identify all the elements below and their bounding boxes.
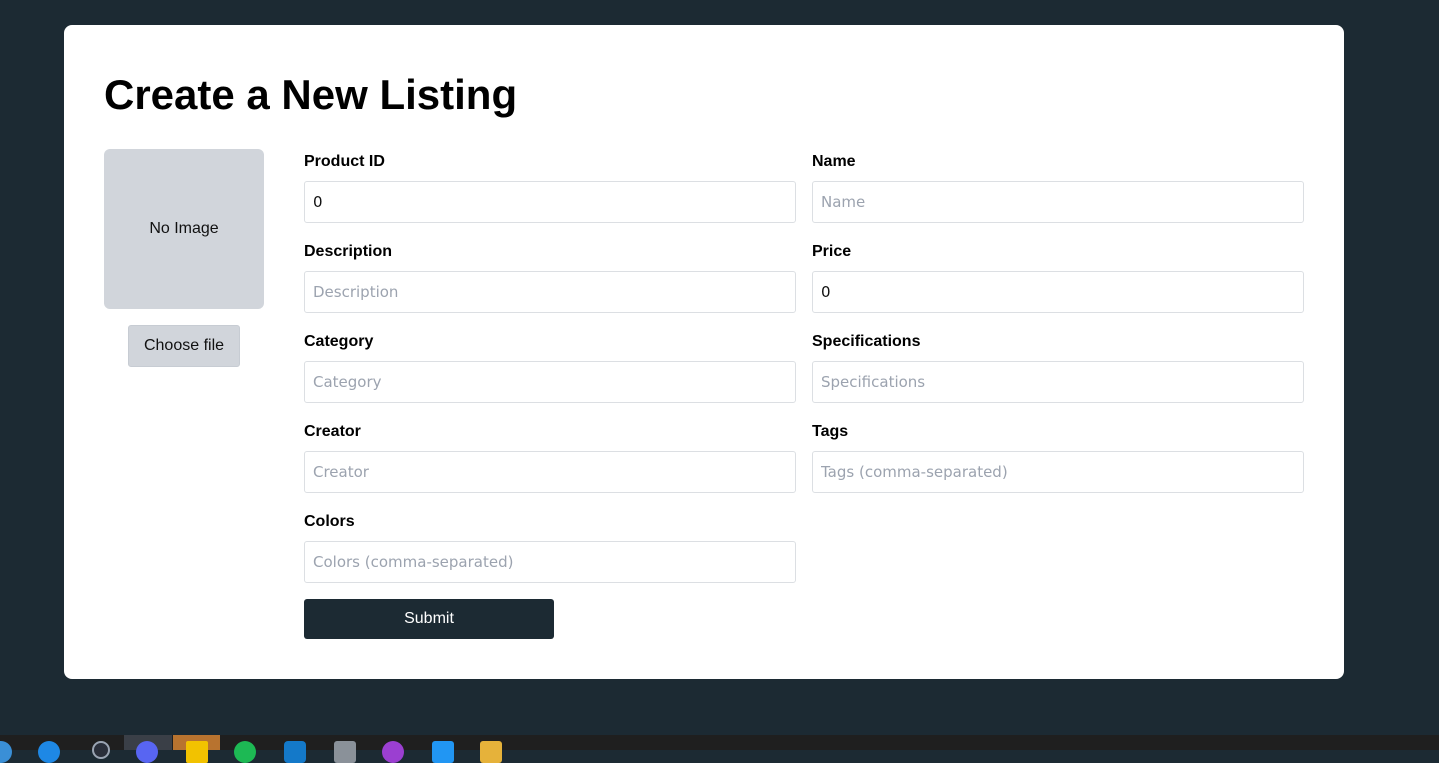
spotify-icon[interactable] [234, 741, 256, 763]
description-input[interactable] [304, 271, 796, 313]
price-label: Price [812, 243, 852, 260]
field-specifications: Specifications [812, 329, 1304, 403]
product-id-input[interactable] [304, 181, 796, 223]
no-image-text: No Image [149, 220, 219, 237]
creator-input[interactable] [304, 451, 796, 493]
file-explorer-icon[interactable] [186, 741, 208, 763]
field-creator: Creator [304, 419, 796, 493]
discord-icon[interactable] [136, 741, 158, 763]
tags-input[interactable] [812, 451, 1304, 493]
specifications-label: Specifications [812, 333, 921, 350]
page-title: Create a New Listing [104, 71, 518, 118]
tags-label: Tags [812, 423, 849, 440]
search-icon[interactable] [0, 741, 12, 763]
name-label: Name [812, 153, 856, 170]
name-input[interactable] [812, 181, 1304, 223]
price-input[interactable] [812, 271, 1304, 313]
category-input[interactable] [304, 361, 796, 403]
vscode-icon[interactable] [432, 741, 454, 763]
app-icon[interactable] [334, 741, 356, 763]
podcast-icon[interactable] [382, 741, 404, 763]
submit-button[interactable]: Submit [304, 599, 554, 639]
field-price: Price [812, 239, 1304, 313]
choose-file-button[interactable]: Choose file [128, 325, 240, 367]
edge-browser-icon[interactable] [38, 741, 60, 763]
description-label: Description [304, 243, 393, 260]
field-description: Description [304, 239, 796, 313]
field-product-id: Product ID [304, 149, 796, 223]
listing-card: Create a New Listing No Image Choose fil… [64, 25, 1344, 679]
image-preview: No Image [104, 149, 264, 309]
colors-input[interactable] [304, 541, 796, 583]
taskbar [0, 735, 1439, 763]
category-label: Category [304, 333, 374, 350]
specifications-input[interactable] [812, 361, 1304, 403]
shield-icon[interactable] [284, 741, 306, 763]
field-colors: Colors [304, 509, 796, 583]
user-icon[interactable] [92, 741, 110, 759]
creator-label: Creator [304, 423, 361, 440]
field-name: Name [812, 149, 1304, 223]
field-category: Category [304, 329, 796, 403]
product-id-label: Product ID [304, 153, 385, 170]
folder-icon[interactable] [480, 741, 502, 763]
colors-label: Colors [304, 513, 355, 530]
field-tags: Tags [812, 419, 1304, 493]
